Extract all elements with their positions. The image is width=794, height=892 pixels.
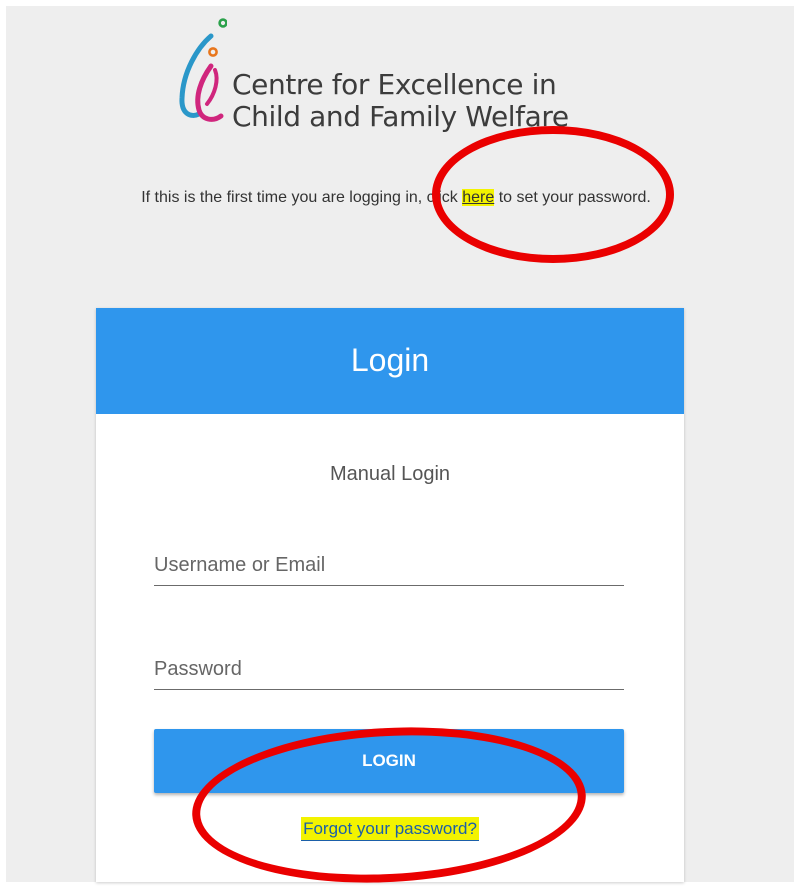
login-card-header: Login [96, 308, 684, 414]
first-time-text-after: to set your password. [494, 189, 651, 206]
forgot-password-container: Forgot your password? [96, 817, 684, 841]
first-time-text-before: If this is the first time you are loggin… [141, 189, 463, 206]
organization-logo: Centre for Excellence in Child and Famil… [177, 14, 627, 134]
first-time-login-message: If this is the first time you are loggin… [116, 183, 676, 213]
forgot-password-link[interactable]: Forgot your password? [301, 817, 479, 841]
logo-text-line-2: Child and Family Welfare [232, 100, 569, 133]
cfecfw-logo-icon [179, 18, 227, 122]
login-button[interactable]: LOGIN [154, 729, 624, 793]
set-password-link[interactable]: here [462, 189, 494, 206]
password-input[interactable] [154, 649, 624, 690]
logo-text-line-1: Centre for Excellence in [232, 68, 557, 101]
first-time-highlight: here [462, 189, 495, 206]
login-card: Login Manual Login LOGIN Forgot your pas… [96, 308, 684, 882]
manual-login-heading: Manual Login [329, 463, 451, 485]
username-email-input[interactable] [154, 545, 624, 586]
